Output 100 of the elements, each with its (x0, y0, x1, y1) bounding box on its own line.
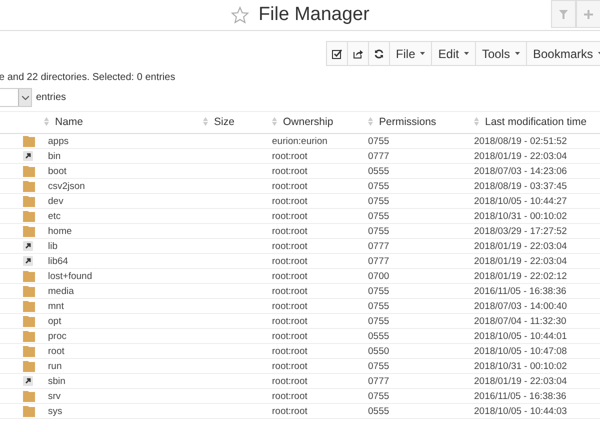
checkbox-icon (332, 48, 342, 58)
shortcut-icon (23, 256, 33, 266)
ownership-cell: root:root (272, 150, 308, 162)
file-name[interactable]: boot (48, 166, 66, 176)
folder-icon (23, 210, 35, 222)
ownership-cell: root:root (272, 346, 308, 356)
file-name[interactable]: mnt (48, 300, 64, 312)
window-title: File Manager (258, 4, 370, 26)
file-name[interactable]: srv (48, 390, 61, 402)
page-length-select[interactable] (0, 88, 32, 107)
permissions-cell: 0555 (368, 406, 390, 416)
column-label: Name (55, 116, 84, 128)
file-name[interactable]: root (48, 346, 64, 356)
modified-time-cell: 2018/01/19 - 22:02:12 (474, 270, 567, 282)
folder-icon (23, 405, 35, 417)
modified-time-cell: 2018/03/29 - 17:27:52 (474, 226, 567, 236)
folder-icon (23, 165, 35, 177)
menu-button[interactable]: Tools (474, 41, 527, 66)
sort-icon[interactable] (203, 117, 208, 126)
file-name[interactable]: opt (48, 316, 62, 326)
shortcut-icon (23, 241, 33, 251)
caret-icon (464, 52, 469, 55)
file-name[interactable]: csv2json (48, 180, 85, 192)
file-name[interactable]: sys (48, 406, 62, 416)
star-icon[interactable] (230, 6, 249, 24)
permissions-cell: 0755 (368, 196, 390, 206)
file-name[interactable]: lib64 (48, 256, 68, 266)
sort-icon[interactable] (272, 117, 277, 126)
ownership-cell: root:root (272, 240, 308, 252)
file-name[interactable]: lost+found (48, 270, 92, 282)
sort-icon[interactable] (44, 117, 49, 126)
modified-time-cell: 2018/10/05 - 10:44:27 (474, 196, 567, 206)
ownership-cell: root:root (272, 196, 308, 206)
ownership-cell: root:root (272, 180, 308, 192)
shortcut-icon (23, 376, 33, 386)
menu-button[interactable]: Edit (431, 41, 476, 66)
filter-button[interactable] (551, 0, 576, 28)
add-button[interactable] (576, 0, 600, 28)
file-name[interactable]: dev (48, 196, 64, 206)
ownership-cell: eurion:eurion (272, 136, 328, 146)
sort-icon[interactable] (368, 117, 373, 126)
modified-time-cell: 2018/01/19 - 22:03:04 (474, 240, 567, 252)
folder-icon (23, 195, 35, 207)
folder-icon (23, 285, 35, 297)
ownership-cell: root:root (272, 376, 308, 386)
share-button[interactable] (346, 41, 369, 66)
column-header[interactable]: Ownership (272, 116, 334, 128)
permissions-cell: 0555 (368, 166, 390, 176)
ownership-cell: root:root (272, 286, 308, 296)
permissions-cell: 0755 (368, 180, 390, 192)
folder-icon (23, 300, 35, 312)
ownership-cell: root:root (272, 210, 308, 222)
file-name[interactable]: etc (48, 210, 61, 222)
file-name[interactable]: run (48, 360, 62, 372)
modified-time-cell: 2018/01/19 - 22:03:04 (474, 256, 567, 266)
menu-button[interactable]: Bookmarks (526, 41, 600, 66)
select-all-button[interactable] (326, 41, 348, 66)
permissions-cell: 0755 (368, 210, 390, 222)
ownership-cell: root:root (272, 300, 308, 312)
refresh-button[interactable] (368, 41, 390, 66)
modified-time-cell: 2018/07/03 - 14:00:40 (474, 300, 567, 312)
modified-time-cell: 2018/07/04 - 11:32:30 (474, 316, 566, 326)
modified-time-cell: 2018/07/03 - 14:23:06 (474, 166, 567, 176)
column-label: Ownership (283, 116, 334, 128)
menu-button[interactable]: File (388, 41, 432, 66)
permissions-cell: 0755 (368, 226, 390, 236)
shortcut-icon (23, 151, 33, 161)
folder-icon (23, 315, 35, 327)
file-name[interactable]: sbin (48, 376, 66, 386)
folder-icon (23, 390, 35, 402)
column-header[interactable]: Name (44, 116, 84, 128)
modified-time-cell: 2018/10/05 - 10:47:08 (474, 346, 567, 356)
column-label: Size (214, 116, 234, 128)
file-name[interactable]: apps (48, 136, 69, 146)
ownership-cell: root:root (272, 360, 308, 372)
modified-time-cell: 2018/08/19 - 02:51:52 (474, 136, 567, 146)
permissions-cell: 0755 (368, 286, 390, 296)
ownership-cell: root:root (272, 390, 308, 402)
permissions-cell: 0755 (368, 390, 390, 402)
modified-time-cell: 2018/10/31 - 00:10:02 (474, 210, 567, 222)
file-name[interactable]: bin (48, 150, 61, 162)
permissions-cell: 0777 (368, 256, 390, 266)
filter-icon (559, 10, 568, 18)
column-header[interactable]: Permissions (368, 116, 436, 128)
modified-time-cell: 2018/08/19 - 03:37:45 (474, 180, 567, 192)
sort-icon[interactable] (474, 117, 479, 126)
permissions-cell: 0555 (368, 330, 390, 342)
file-name[interactable]: home (48, 226, 72, 236)
file-name[interactable]: lib (48, 240, 58, 252)
refresh-icon (374, 48, 384, 58)
file-name[interactable]: media (48, 286, 74, 296)
folder-icon (23, 270, 35, 282)
permissions-cell: 0777 (368, 150, 390, 162)
file-name[interactable]: proc (48, 330, 66, 342)
permissions-cell: 0755 (368, 136, 390, 146)
ownership-cell: root:root (272, 330, 308, 342)
modified-time-cell: 2016/11/05 - 16:38:36 (474, 390, 566, 402)
column-header[interactable]: Size (203, 116, 234, 128)
modified-time-cell: 2018/10/05 - 10:44:03 (474, 406, 567, 416)
folder-icon (23, 330, 35, 342)
